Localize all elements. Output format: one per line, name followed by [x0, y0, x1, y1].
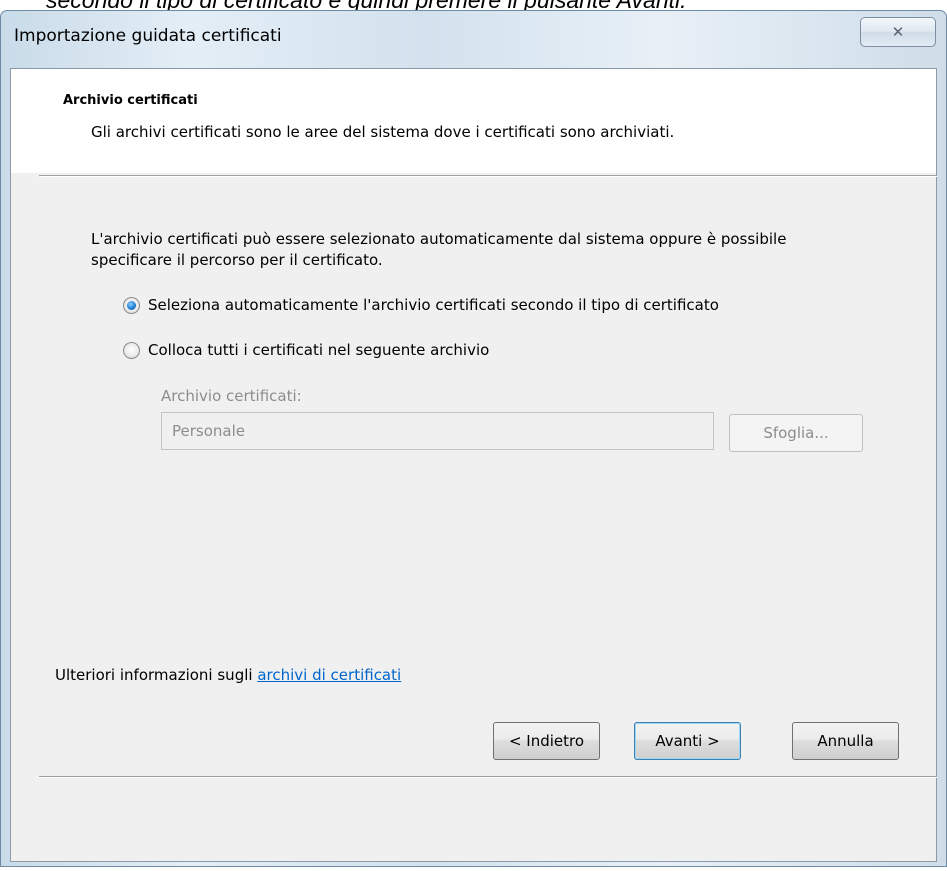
more-info-text: Ulteriori informazioni sugli	[55, 666, 258, 684]
header-divider	[39, 175, 937, 177]
back-button[interactable]: < Indietro	[493, 722, 600, 760]
section-description: Gli archivi certificati sono le aree del…	[91, 123, 675, 141]
window-title: Importazione guidata certificati	[14, 26, 282, 46]
radio-place-in-store[interactable]: Colloca tutti i certificati nel seguente…	[123, 341, 489, 359]
cancel-button[interactable]: Annulla	[792, 722, 899, 760]
radio-label: Seleziona automaticamente l'archivio cer…	[148, 296, 719, 314]
radio-label: Colloca tutti i certificati nel seguente…	[148, 341, 490, 359]
close-icon: ✕	[891, 22, 905, 41]
radio-button-unchecked[interactable]	[123, 341, 140, 359]
more-info-link[interactable]: archivi di certificati	[257, 666, 401, 684]
store-label: Archivio certificati:	[161, 387, 302, 405]
radio-auto-select[interactable]: Seleziona automaticamente l'archivio cer…	[123, 296, 719, 314]
screenshot: secondo il tipo di certificato e quindi …	[0, 0, 947, 871]
close-button[interactable]: ✕	[860, 17, 936, 47]
intro-text: L'archivio certificati può essere selezi…	[91, 230, 787, 269]
radio-button-checked[interactable]	[123, 296, 140, 314]
store-value: Personale	[172, 422, 245, 440]
store-input[interactable]: Personale	[161, 412, 714, 450]
browse-button[interactable]: Sfoglia...	[729, 414, 863, 452]
wizard-header: Archivio certificati Gli archivi certifi…	[11, 69, 936, 173]
wizard-client-area: Archivio certificati Gli archivi certifi…	[10, 68, 937, 862]
title-bar: Importazione guidata certificati ✕	[0, 10, 947, 68]
footer-divider	[39, 776, 937, 778]
next-button[interactable]: Avanti >	[634, 722, 741, 760]
more-info: Ulteriori informazioni sugli archivi di …	[55, 666, 401, 684]
section-title: Archivio certificati	[63, 93, 198, 108]
